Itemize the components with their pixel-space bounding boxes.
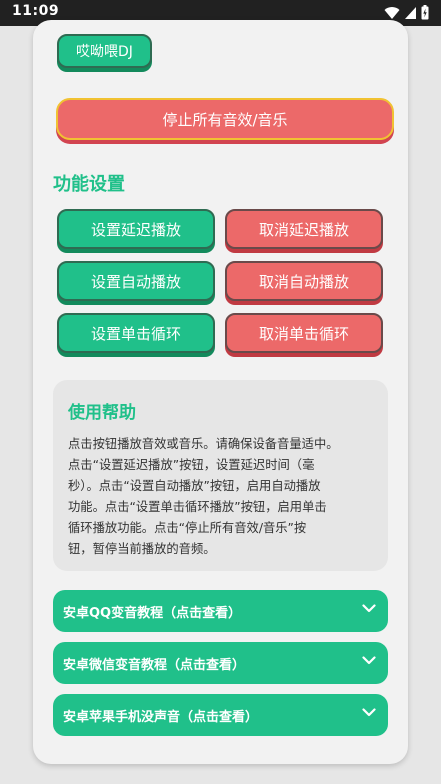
battery-icon (421, 5, 429, 20)
help-title: 使用帮助 (68, 403, 136, 423)
settings-title: 功能设置 (53, 174, 125, 195)
cancel-auto-button[interactable]: 取消自动播放 (225, 261, 383, 301)
cellular-signal-icon (405, 6, 416, 19)
set-delay-button[interactable]: 设置延迟播放 (57, 209, 215, 249)
accordion-label: 安卓QQ变音教程（点击查看） (63, 605, 242, 621)
accordion-label: 安卓苹果手机没声音（点击查看） (63, 709, 259, 725)
accordion-wechat-tutorial[interactable]: 安卓微信变音教程（点击查看） (53, 642, 388, 684)
help-text: 点击按钮播放音效或音乐。请确保设备音量适中。 点击“设置延迟播放”按钮，设置延迟… (68, 434, 373, 560)
set-loop-button[interactable]: 设置单击循环 (57, 313, 215, 353)
help-line: 点击“设置延迟播放”按钮，设置延迟时间（毫 (68, 458, 315, 472)
help-line: 功能。点击“设置单击循环播放”按钮，启用单击 (68, 500, 327, 514)
chevron-down-icon (362, 708, 376, 717)
help-line: 点击按钮播放音效或音乐。请确保设备音量适中。 (68, 437, 339, 451)
chevron-down-icon (362, 604, 376, 613)
stop-all-button[interactable]: 停止所有音效/音乐 (56, 98, 394, 140)
help-panel: 使用帮助 点击按钮播放音效或音乐。请确保设备音量适中。 点击“设置延迟播放”按钮… (53, 380, 388, 571)
help-line: 秒）。点击“设置自动播放”按钮，启用自动播放 (68, 479, 321, 493)
wifi-icon (384, 6, 400, 19)
cancel-loop-button[interactable]: 取消单击循环 (225, 313, 383, 353)
help-line: 钮，暂停当前播放的音频。 (68, 542, 216, 556)
accordion-qq-tutorial[interactable]: 安卓QQ变音教程（点击查看） (53, 590, 388, 632)
accordion-no-sound[interactable]: 安卓苹果手机没声音（点击查看） (53, 694, 388, 736)
help-line: 循环播放功能。点击“停止所有音效/音乐”按 (68, 521, 307, 535)
cancel-delay-button[interactable]: 取消延迟播放 (225, 209, 383, 249)
set-auto-button[interactable]: 设置自动播放 (57, 261, 215, 301)
status-icons (384, 5, 429, 20)
chevron-down-icon (362, 656, 376, 665)
accordion-label: 安卓微信变音教程（点击查看） (63, 657, 246, 673)
status-time: 11:09 (12, 3, 60, 19)
dj-sound-button[interactable]: 哎呦喂DJ (57, 34, 152, 68)
